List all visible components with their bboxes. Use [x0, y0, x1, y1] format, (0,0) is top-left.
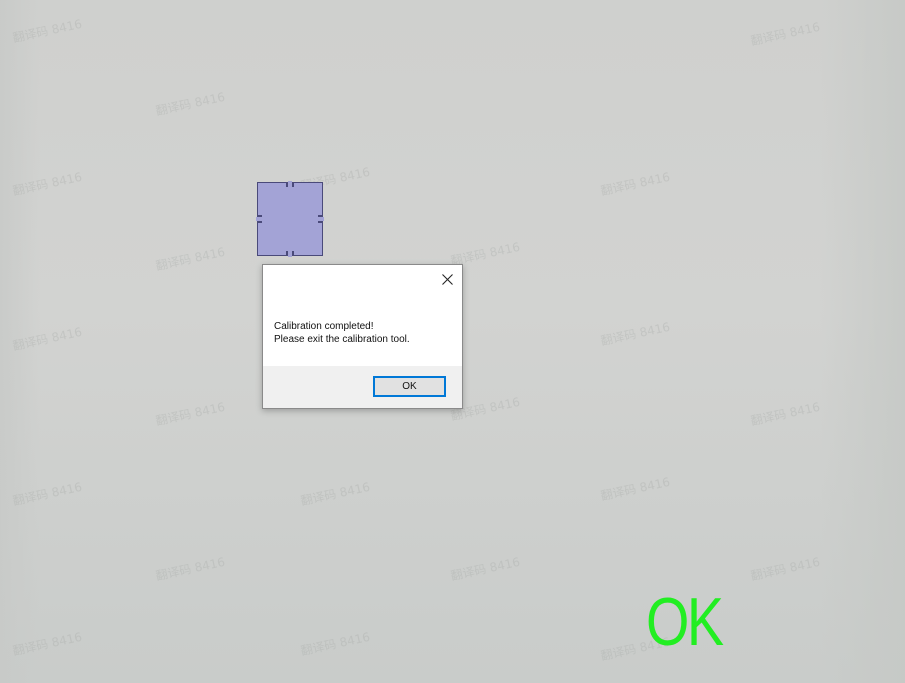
target-tick — [286, 183, 288, 187]
ok-button[interactable]: OK — [373, 376, 446, 397]
target-tick — [258, 221, 262, 223]
watermark: 翻译码 8416 — [299, 629, 372, 659]
watermark: 翻译码 8416 — [11, 629, 84, 659]
dialog-close-button[interactable] — [438, 270, 456, 288]
calibration-message-dialog: Calibration completed! Please exit the c… — [262, 264, 463, 409]
calibration-status-text: OK — [646, 584, 724, 660]
watermark: 翻译码 8416 — [11, 324, 84, 354]
watermark: 翻译码 8416 — [749, 554, 822, 584]
target-tick — [258, 215, 262, 217]
calibration-screen: 翻译码 8416 翻译码 8416 翻译码 8416 翻译码 8416 翻译码 … — [0, 0, 905, 683]
watermark: 翻译码 8416 — [154, 554, 227, 584]
watermark: 翻译码 8416 — [154, 244, 227, 274]
target-tick — [292, 251, 294, 255]
dialog-message: Calibration completed! Please exit the c… — [274, 320, 454, 346]
ok-button-label: OK — [402, 381, 417, 392]
target-tick — [318, 215, 322, 217]
watermark: 翻译码 8416 — [11, 16, 84, 46]
watermark: 翻译码 8416 — [11, 169, 84, 199]
watermark: 翻译码 8416 — [449, 554, 522, 584]
dialog-message-line: Please exit the calibration tool. — [274, 334, 410, 345]
watermark: 翻译码 8416 — [599, 319, 672, 349]
watermark: 翻译码 8416 — [154, 399, 227, 429]
target-tick — [292, 183, 294, 187]
dialog-footer: OK — [263, 366, 462, 408]
watermark: 翻译码 8416 — [599, 474, 672, 504]
watermark: 翻译码 8416 — [11, 479, 84, 509]
watermark: 翻译码 8416 — [599, 169, 672, 199]
watermark: 翻译码 8416 — [749, 399, 822, 429]
calibration-target — [256, 181, 324, 257]
watermark: 翻译码 8416 — [154, 89, 227, 119]
target-tick — [286, 251, 288, 255]
watermark: 翻译码 8416 — [299, 479, 372, 509]
close-icon — [441, 273, 453, 285]
watermark: 翻译码 8416 — [749, 19, 822, 49]
dialog-message-line: Calibration completed! — [274, 321, 374, 332]
target-tick — [318, 221, 322, 223]
